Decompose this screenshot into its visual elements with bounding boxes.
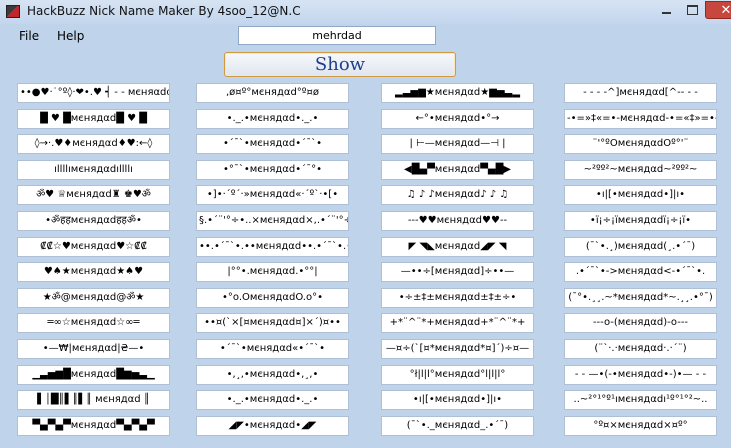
nickname-result-field[interactable]: ←°•мєнядαd•°→ — [381, 109, 534, 129]
nickname-result-field[interactable]: ---o-(мєнядαd)-o--- — [564, 313, 717, 333]
nickname-result-field[interactable]: - - —•(-•мєнядαd•-)•— - - — [564, 365, 717, 385]
nickname-result-field[interactable]: ♥♠★мєнядαd★♠♥ — [17, 262, 170, 282]
nickname-result-field[interactable]: —¤÷(`[¤*мєнядαd*¤]´)÷¤— — [381, 339, 534, 359]
nickname-result-field[interactable]: ◊→·.♥♦мєнядαd♦♥:←◊ — [17, 134, 170, 154]
nickname-result-field[interactable]: §.•´¨'°÷•..×мєнядαd×,.•´¨'°÷•. — [196, 211, 349, 231]
nickname-result-field[interactable]: •]•·´º´·»мєнядαd«·´º`·•[• — [196, 185, 349, 205]
nickname-result-field[interactable]: |°°•.мєнядαd.•°°| — [196, 262, 349, 282]
nickname-result-field[interactable]: ▌│█║▌║▌║ мєнядαd ║ — [17, 390, 170, 410]
nickname-results-grid: ••●♥·˙°º◊·❤•.♥ ┥ - - мєняαdα █ ♥ █мєнядαd… — [0, 0, 731, 448]
nickname-result-field[interactable]: •ı|[•мєнядαd•]|ı• — [564, 185, 717, 205]
nickname-result-field[interactable]: (¯`•._мєнядαd_.•´¯) — [381, 416, 534, 436]
nickname-result-field[interactable]: •ï¡÷¡ïмєнядαdï¡÷¡ï• — [564, 211, 717, 231]
nickname-result-field[interactable]: (¯°•.¸¸.~*мєнядαd*~.¸¸.•°¯) — [564, 288, 717, 308]
nickname-result-field[interactable]: •´¯`•мєнядαd•´¯`• — [196, 134, 349, 154]
nickname-result-field[interactable]: ★ॐ@мєнядαd@ॐ★ — [17, 288, 170, 308]
nickname-result-field[interactable]: ,ø¤º°мєнядαd°º¤ø — [196, 83, 349, 103]
nickname-result-field[interactable]: ---♥♥мєнядαd♥♥-- — [381, 211, 534, 231]
nickname-result-field[interactable]: ◤ ◥◣мєнядαd◢◤ ◥ — [381, 237, 534, 257]
nickname-result-field[interactable]: ıllllıмєнядαdıllllı — [17, 160, 170, 180]
nickname-result-field[interactable]: ¨'°ºOмєнядαdOº°'¨ — [564, 134, 717, 154]
nickname-result-field[interactable]: •°o.OмєнядαdO.o°• — [196, 288, 349, 308]
nickname-result-field[interactable]: °º¤×мєнядαd×¤º° — [564, 416, 717, 436]
nickname-result-field[interactable]: ▀▄▀▄▀мєнядαd▀▄▀▄▀ — [17, 416, 170, 436]
nickname-result-field[interactable]: •._.•мєнядαd•._.• — [196, 109, 349, 129]
nickname-result-field[interactable]: •÷±‡±мєнядαd±‡±÷• — [381, 288, 534, 308]
nickname-result-field[interactable]: •—₩|мєнядαd|₴—• — [17, 339, 170, 359]
nickname-result-field[interactable]: •°¯`•мєнядαd•´¯°• — [196, 160, 349, 180]
nickname-result-field[interactable]: °ł|l|l°мєнядαd°l|l|l° — [381, 365, 534, 385]
nickname-result-field[interactable]: (¯`•.¸)мєнядαd(¸.•´¯) — [564, 237, 717, 257]
nickname-result-field[interactable]: ..~²°¹°º¹ıмєнядαdı¹º°¹°²~.. — [564, 390, 717, 410]
nickname-result-field[interactable]: ═∞☆мєнядαd☆∞═ — [17, 313, 170, 333]
nickname-result-field[interactable]: •._.•мєнядαd•._.• — [196, 390, 349, 410]
nickname-result-field[interactable]: ॐ♥ ♕мєнядαd♜ ♚♥ॐ — [17, 185, 170, 205]
nickname-result-field[interactable]: —••÷[мєнядαd]÷••— — [381, 262, 534, 282]
nickname-result-field[interactable]: •ॐहहмєнядαdहहॐ• — [17, 211, 170, 231]
nickname-result-field[interactable]: +*¨^¨*+мєнядαd+*¨^¨*+ — [381, 313, 534, 333]
nickname-result-field[interactable]: ♫ ♪ ♪мєнядαd♪ ♪ ♫ — [381, 185, 534, 205]
nickname-result-field[interactable]: - - - -^]мєнядαd[^-- - - — [564, 83, 717, 103]
nickname-result-field[interactable]: •ı|[•мєнядαd•]|ı• — [381, 390, 534, 410]
nickname-result-field[interactable]: ~²ºº²~мєнядαd~²ºº²~ — [564, 160, 717, 180]
nickname-result-field[interactable]: ◀█▄▀мєнядαd▀▄█▶ — [381, 160, 534, 180]
nickname-result-field[interactable]: ₡₡☆♥мєнядαd♥☆₡₡ — [17, 237, 170, 257]
nickname-result-field[interactable]: ▁▃▅▆█мєнядαd█▆▅▃▁ — [17, 365, 170, 385]
nickname-result-field[interactable]: | ⊢—мєнядαd—⊣ | — [381, 134, 534, 154]
nickname-result-field[interactable]: ▂▃▅▆★мєнядαd★▆▅▃▂ — [381, 83, 534, 103]
nickname-result-field[interactable]: ◢◤•мєнядαd•◢◤ — [196, 416, 349, 436]
nickname-result-field[interactable]: ••¤(`×[¤мєнядαd¤]×´)¤•• — [196, 313, 349, 333]
nickname-result-field[interactable]: ••.•´¯`•.••мєнядαd••.•´¯`•.•• — [196, 237, 349, 257]
nickname-result-field[interactable]: •´¯`•мєнядαd«•´¯`• — [196, 339, 349, 359]
nickname-result-field[interactable]: █ ♥ █мєнядαd█ ♥ █ — [17, 109, 170, 129]
nickname-result-field[interactable]: •,¸,•мєнядαd•,¸,• — [196, 365, 349, 385]
nickname-result-field[interactable]: -•=»‡«=•-мєнядαd-•=«‡»=•- — [564, 109, 717, 129]
nickname-result-field[interactable]: .•´¯`•->мєнядαd<-•´¯`•. — [564, 262, 717, 282]
nickname-result-field[interactable]: ••●♥·˙°º◊·❤•.♥ ┥ - - мєняαdα — [17, 83, 170, 103]
nickname-result-field[interactable]: (¨`·.·мєнядαd·.·´¨) — [564, 339, 717, 359]
